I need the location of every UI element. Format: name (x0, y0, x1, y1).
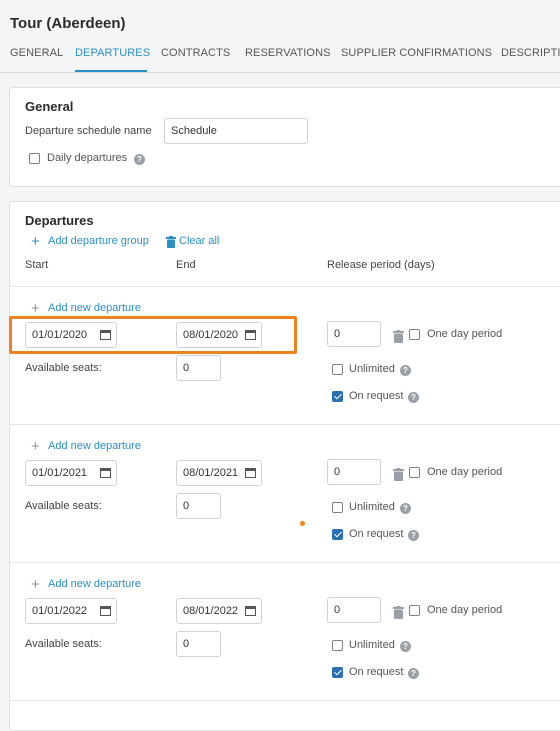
release-period-input[interactable]: 0 (327, 597, 381, 623)
tab-contracts[interactable]: CONTRACTS (161, 47, 230, 59)
unlimited-checkbox[interactable] (332, 640, 343, 651)
tab-general[interactable]: GENERAL (10, 47, 63, 59)
end-date-input[interactable]: 08/01/2022 (176, 598, 262, 624)
schedule-name-input[interactable]: Schedule (164, 118, 308, 144)
end-column-header: End (176, 259, 196, 271)
divider (10, 700, 560, 701)
available-seats-label: Available seats: (25, 638, 102, 650)
help-icon[interactable]: ? (408, 392, 419, 403)
unlimited-checkbox[interactable] (332, 502, 343, 513)
calendar-icon[interactable] (245, 329, 256, 340)
help-icon[interactable]: ? (408, 668, 419, 679)
help-icon[interactable]: ? (408, 530, 419, 541)
add-new-departure-link[interactable]: Add new departure (48, 302, 141, 314)
start-column-header: Start (25, 259, 49, 271)
one-day-period-label: One day period (427, 328, 503, 340)
trash-icon[interactable] (393, 468, 404, 481)
page-title: Tour (Aberdeen) (10, 15, 126, 32)
one-day-period-checkbox[interactable] (409, 467, 420, 478)
trash-icon[interactable] (166, 236, 176, 248)
unlimited-label: Unlimited (349, 639, 395, 651)
one-day-period-checkbox[interactable] (409, 605, 420, 616)
one-day-period-label: One day period (427, 466, 503, 478)
on-request-label: On request (349, 528, 404, 540)
general-card: General Departure schedule name Schedule… (9, 87, 560, 187)
start-date-input[interactable]: 01/01/2022 (25, 598, 117, 624)
tab-description[interactable]: DESCRIPTIC (501, 47, 560, 59)
unlimited-label: Unlimited (349, 501, 395, 513)
unlimited-label: Unlimited (349, 363, 395, 375)
help-icon[interactable]: ? (400, 641, 411, 652)
available-seats-label: Available seats: (25, 362, 102, 374)
schedule-name-label: Departure schedule name (25, 125, 152, 137)
available-seats-input[interactable]: 0 (176, 631, 221, 657)
calendar-icon[interactable] (100, 605, 111, 616)
daily-departures-label: Daily departures (47, 152, 128, 164)
cursor-marker (300, 521, 305, 526)
divider (10, 286, 560, 287)
on-request-checkbox[interactable] (332, 529, 343, 540)
tab-departures[interactable]: DEPARTURES (75, 47, 150, 59)
plus-icon: + (31, 438, 40, 455)
help-icon[interactable]: ? (400, 503, 411, 514)
on-request-checkbox[interactable] (332, 391, 343, 402)
active-tab-indicator (75, 70, 147, 72)
trash-icon[interactable] (393, 330, 404, 343)
end-date-input[interactable]: 08/01/2021 (176, 460, 262, 486)
calendar-icon[interactable] (245, 605, 256, 616)
add-new-departure-link[interactable]: Add new departure (48, 440, 141, 452)
release-column-header: Release period (days) (327, 259, 435, 271)
calendar-icon[interactable] (100, 329, 111, 340)
end-date-value: 08/01/2020 (183, 329, 239, 341)
available-seats-label: Available seats: (25, 500, 102, 512)
calendar-icon[interactable] (245, 467, 256, 478)
tab-reservations[interactable]: RESERVATIONS (245, 47, 331, 59)
on-request-checkbox[interactable] (332, 667, 343, 678)
tab-bar: GENERAL DEPARTURES CONTRACTS RESERVATION… (0, 40, 560, 73)
departures-card: Departures + Add departure group Clear a… (9, 201, 560, 731)
divider (10, 424, 560, 425)
on-request-label: On request (349, 666, 404, 678)
release-period-input[interactable]: 0 (327, 321, 381, 347)
divider (10, 562, 560, 563)
end-date-value: 08/01/2022 (183, 605, 239, 617)
help-icon[interactable]: ? (400, 365, 411, 376)
departures-heading: Departures (25, 213, 94, 228)
one-day-period-label: One day period (427, 604, 503, 616)
add-new-departure-link[interactable]: Add new departure (48, 578, 141, 590)
end-date-value: 08/01/2021 (183, 467, 239, 479)
help-icon[interactable]: ? (134, 154, 145, 165)
available-seats-input[interactable]: 0 (176, 355, 221, 381)
start-date-input[interactable]: 01/01/2020 (25, 322, 117, 348)
plus-icon: + (31, 300, 40, 317)
on-request-label: On request (349, 390, 404, 402)
calendar-icon[interactable] (100, 467, 111, 478)
plus-icon: + (31, 576, 40, 593)
end-date-input[interactable]: 08/01/2020 (176, 322, 262, 348)
trash-icon[interactable] (393, 606, 404, 619)
start-date-value: 01/01/2021 (32, 467, 88, 479)
release-period-input[interactable]: 0 (327, 459, 381, 485)
plus-icon: + (31, 233, 40, 250)
available-seats-input[interactable]: 0 (176, 493, 221, 519)
add-departure-group-link[interactable]: Add departure group (48, 235, 149, 247)
daily-departures-checkbox[interactable] (29, 153, 40, 164)
clear-all-link[interactable]: Clear all (179, 235, 219, 247)
start-date-input[interactable]: 01/01/2021 (25, 460, 117, 486)
unlimited-checkbox[interactable] (332, 364, 343, 375)
one-day-period-checkbox[interactable] (409, 329, 420, 340)
general-heading: General (25, 99, 74, 114)
tab-supplier-confirmations[interactable]: SUPPLIER CONFIRMATIONS (341, 47, 492, 59)
start-date-value: 01/01/2022 (32, 605, 88, 617)
start-date-value: 01/01/2020 (32, 329, 88, 341)
